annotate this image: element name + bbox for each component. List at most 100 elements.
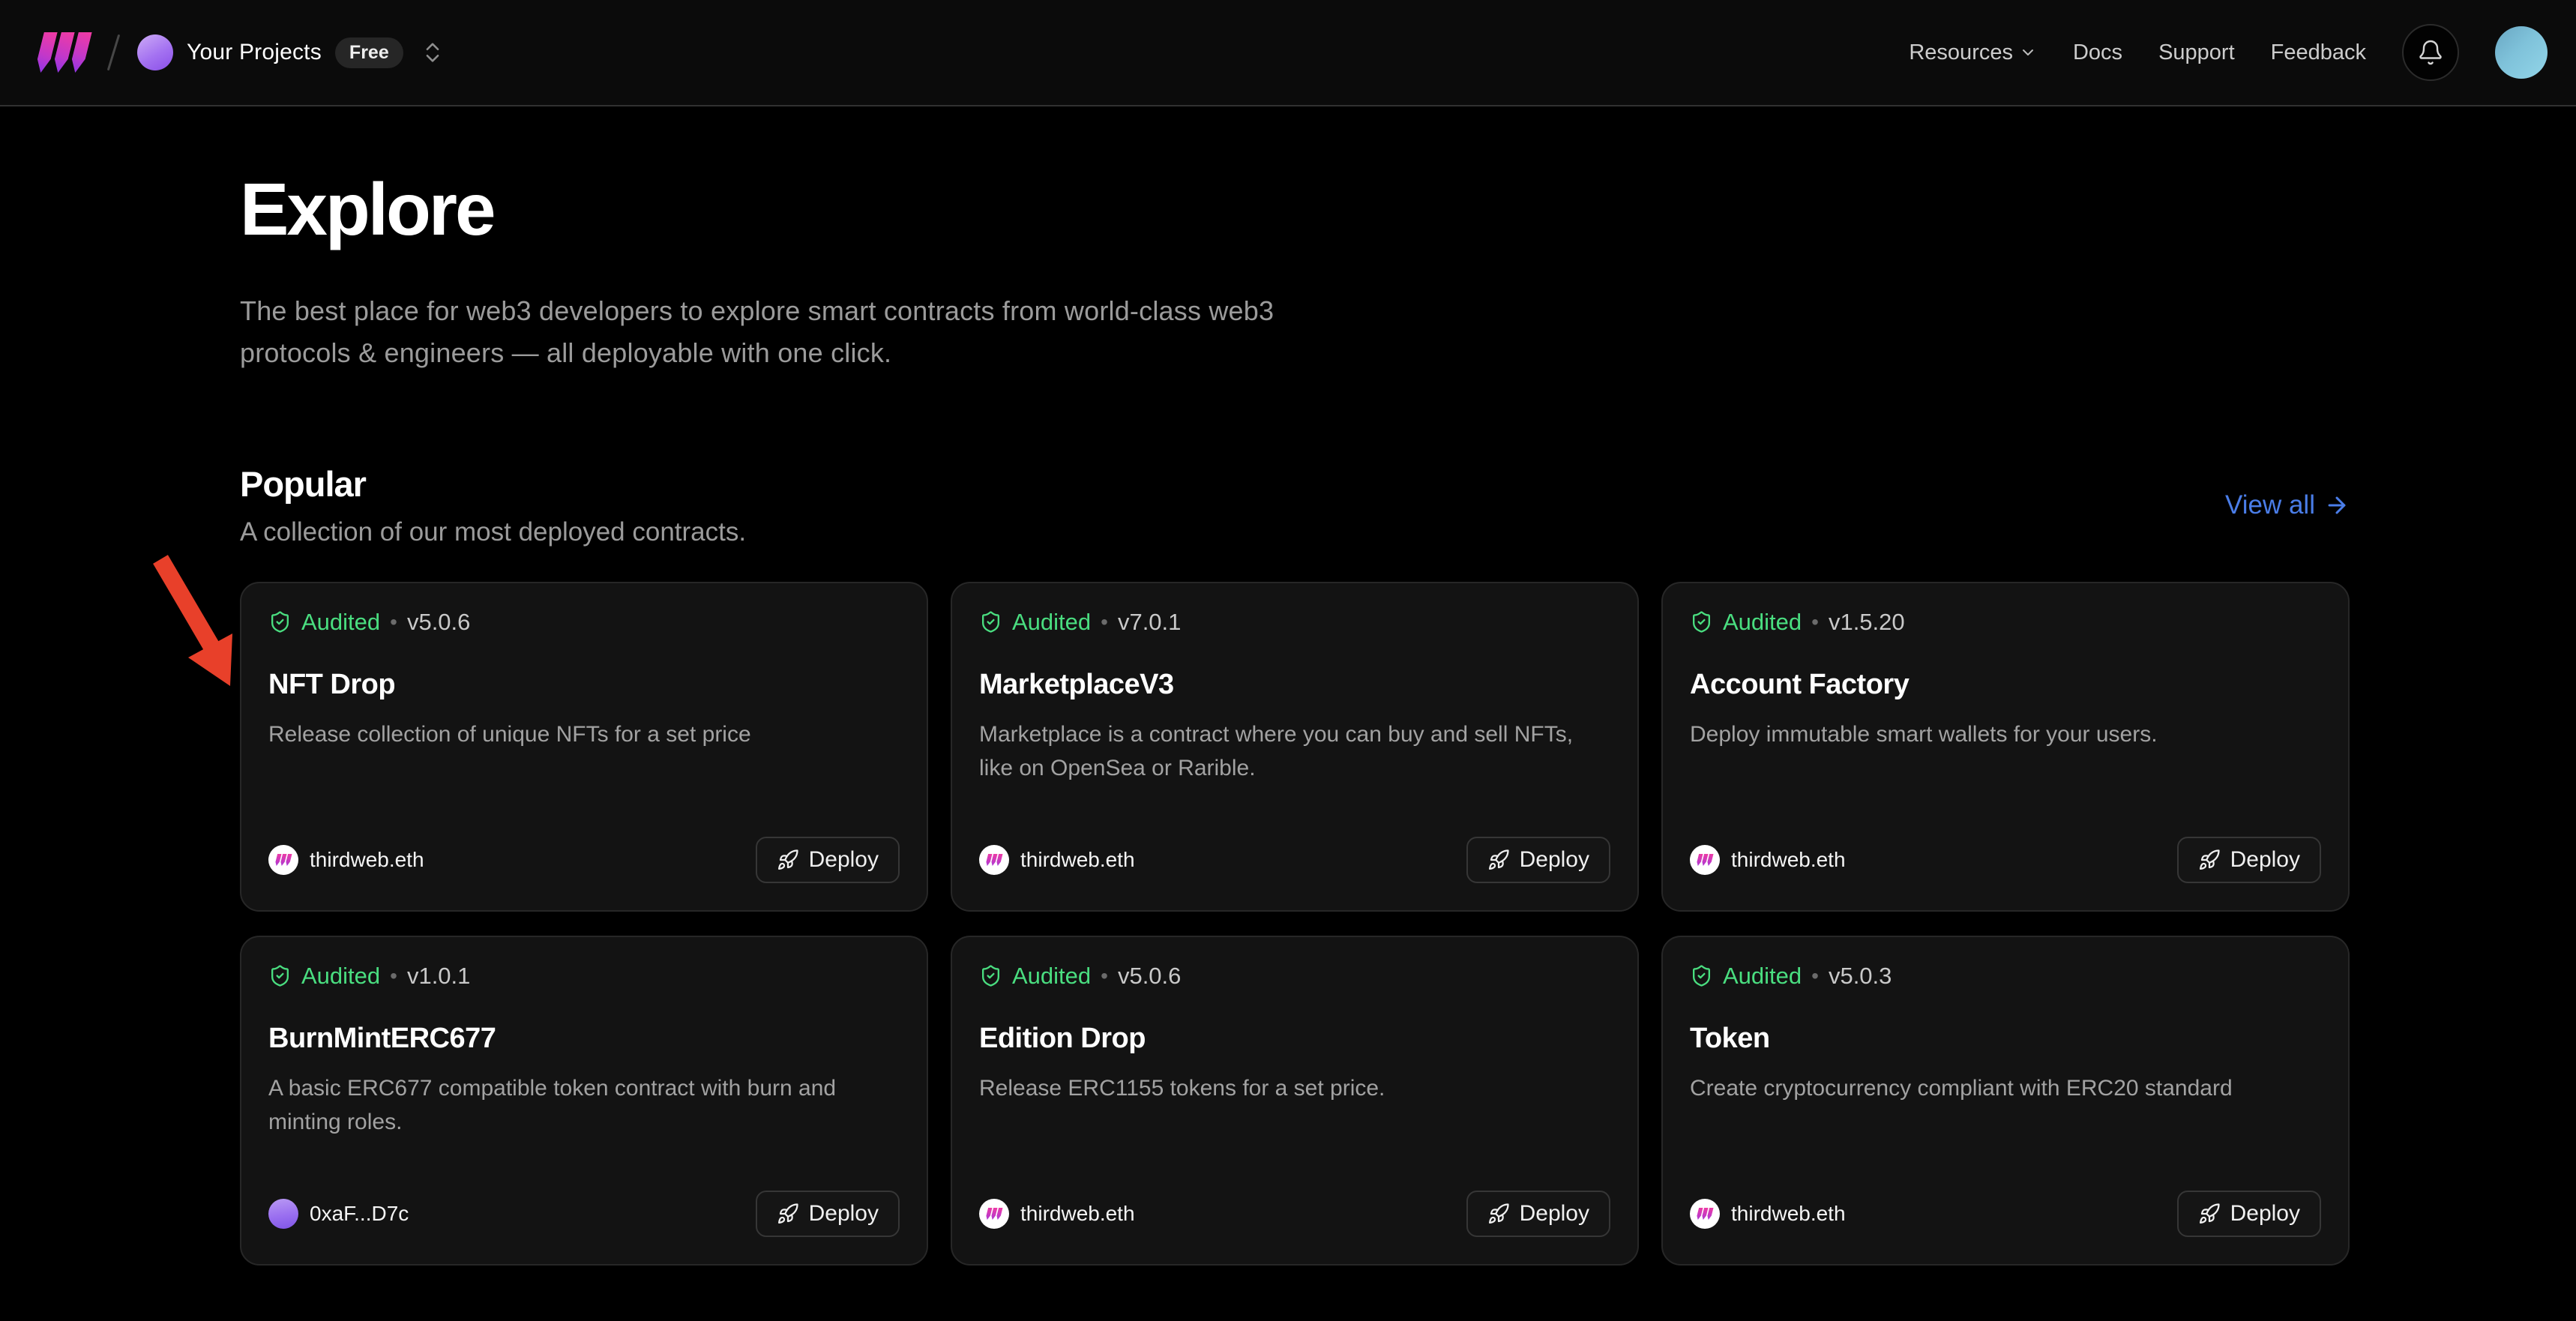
publisher-link[interactable]: thirdweb.eth [1690, 1199, 1846, 1229]
rocket-icon [1487, 1203, 1510, 1225]
contract-card-account-factory[interactable]: Audited • v1.5.20 Account Factory Deploy… [1661, 582, 2350, 912]
thirdweb-mini-logo [1696, 854, 1703, 866]
contract-description: Create cryptocurrency compliant with ERC… [1690, 1071, 2321, 1105]
contract-version: v5.0.6 [407, 609, 470, 636]
nav-support[interactable]: Support [2158, 40, 2235, 65]
nav-docs[interactable]: Docs [2073, 40, 2122, 65]
publisher-name: thirdweb.eth [1020, 848, 1135, 872]
contract-version: v5.0.6 [1118, 963, 1181, 990]
bell-icon [2417, 39, 2444, 66]
contract-description: Release ERC1155 tokens for a set price. [979, 1071, 1610, 1105]
publisher-name: thirdweb.eth [310, 848, 424, 872]
plan-badge: Free [335, 37, 403, 68]
deploy-button[interactable]: Deploy [1466, 1191, 1610, 1237]
card-footer: thirdweb.eth Deploy [268, 837, 900, 883]
contract-cards-grid: Audited • v5.0.6 NFT Drop Release collec… [240, 582, 2350, 1266]
contract-description: Marketplace is a contract where you can … [979, 717, 1610, 785]
contract-description: Deploy immutable smart wallets for your … [1690, 717, 2321, 751]
thirdweb-mini-logo [1696, 1208, 1703, 1220]
publisher-name: thirdweb.eth [1731, 848, 1846, 872]
audited-badge: Audited [301, 963, 380, 990]
contract-title[interactable]: Token [1690, 1023, 2321, 1055]
card-footer: thirdweb.eth Deploy [1690, 1191, 2321, 1237]
publisher-name: thirdweb.eth [1020, 1202, 1135, 1226]
project-name[interactable]: Your Projects [187, 40, 322, 65]
deploy-label: Deploy [809, 846, 879, 873]
contract-title[interactable]: MarketplaceV3 [979, 669, 1610, 701]
contract-title[interactable]: BurnMintERC677 [268, 1023, 900, 1055]
logo-ribbon [34, 32, 57, 73]
audit-badge-row: Audited • v7.0.1 [979, 609, 1610, 636]
publisher-avatar [1690, 845, 1720, 875]
audit-badge-row: Audited • v5.0.6 [979, 963, 1610, 990]
contract-version: v1.0.1 [407, 963, 470, 990]
chevron-down-icon [2019, 43, 2037, 61]
notifications-button[interactable] [2402, 24, 2459, 81]
explore-page: Explore The best place for web3 develope… [0, 106, 2576, 1266]
contract-card-nft-drop[interactable]: Audited • v5.0.6 NFT Drop Release collec… [240, 582, 928, 912]
dot-separator: • [1101, 964, 1108, 988]
thirdweb-mini-logo [274, 854, 281, 866]
audit-badge-row: Audited • v1.5.20 [1690, 609, 2321, 636]
deploy-button[interactable]: Deploy [2177, 837, 2321, 883]
audited-badge: Audited [301, 609, 380, 636]
deploy-button[interactable]: Deploy [2177, 1191, 2321, 1237]
shield-check-icon [1690, 964, 1713, 987]
dot-separator: • [1101, 610, 1108, 634]
shield-check-icon [268, 610, 292, 634]
deploy-label: Deploy [2230, 846, 2300, 873]
dot-separator: • [390, 610, 397, 634]
nav-feedback[interactable]: Feedback [2271, 40, 2366, 65]
user-account-avatar[interactable] [2495, 26, 2548, 79]
view-all-label: View all [2225, 490, 2315, 520]
deploy-label: Deploy [809, 1200, 879, 1227]
deploy-button[interactable]: Deploy [756, 1191, 900, 1237]
publisher-link[interactable]: thirdweb.eth [268, 845, 424, 875]
publisher-link[interactable]: thirdweb.eth [979, 845, 1135, 875]
card-footer: 0xaF...D7c Deploy [268, 1191, 900, 1237]
publisher-link[interactable]: thirdweb.eth [1690, 845, 1846, 875]
publisher-name: thirdweb.eth [1731, 1202, 1846, 1226]
audit-badge-row: Audited • v5.0.3 [1690, 963, 2321, 990]
rocket-icon [1487, 849, 1510, 871]
contract-card-burnminterc677[interactable]: Audited • v1.0.1 BurnMintERC677 A basic … [240, 936, 928, 1266]
rocket-icon [777, 849, 799, 871]
card-footer: thirdweb.eth Deploy [979, 1191, 1610, 1237]
publisher-link[interactable]: 0xaF...D7c [268, 1199, 409, 1229]
nav-support-label: Support [2158, 40, 2235, 65]
thirdweb-mini-logo [985, 1208, 992, 1220]
publisher-link[interactable]: thirdweb.eth [979, 1199, 1135, 1229]
dot-separator: • [390, 964, 397, 988]
thirdweb-logo[interactable] [36, 31, 90, 74]
nav-resources-label: Resources [1909, 40, 2013, 65]
project-breadcrumb: Your Projects Free [137, 34, 448, 70]
contract-version: v7.0.1 [1118, 609, 1181, 636]
project-switcher-button[interactable] [417, 37, 448, 68]
popular-title: Popular [240, 463, 746, 505]
project-avatar[interactable] [137, 34, 173, 70]
publisher-avatar [1690, 1199, 1720, 1229]
deploy-label: Deploy [1520, 1200, 1589, 1227]
contract-title[interactable]: NFT Drop [268, 669, 900, 701]
contract-card-marketplacev3[interactable]: Audited • v7.0.1 MarketplaceV3 Marketpla… [951, 582, 1639, 912]
contract-version: v5.0.3 [1829, 963, 1892, 990]
audited-badge: Audited [1012, 963, 1091, 990]
arrow-right-icon [2324, 493, 2350, 518]
contract-card-token[interactable]: Audited • v5.0.3 Token Create cryptocurr… [1661, 936, 2350, 1266]
thirdweb-mini-logo [985, 854, 992, 866]
audit-badge-row: Audited • v5.0.6 [268, 609, 900, 636]
view-all-link[interactable]: View all [2225, 490, 2350, 520]
contract-title[interactable]: Edition Drop [979, 1023, 1610, 1055]
top-navigation-bar: Your Projects Free Resources Docs Suppor… [0, 0, 2576, 106]
audited-badge: Audited [1723, 609, 1802, 636]
publisher-avatar [979, 845, 1009, 875]
contract-card-edition-drop[interactable]: Audited • v5.0.6 Edition Drop Release ER… [951, 936, 1639, 1266]
deploy-button[interactable]: Deploy [1466, 837, 1610, 883]
nav-feedback-label: Feedback [2271, 40, 2366, 65]
nav-docs-label: Docs [2073, 40, 2122, 65]
contract-title[interactable]: Account Factory [1690, 669, 2321, 701]
nav-resources[interactable]: Resources [1909, 40, 2037, 65]
publisher-avatar [979, 1199, 1009, 1229]
deploy-button[interactable]: Deploy [756, 837, 900, 883]
audit-badge-row: Audited • v1.0.1 [268, 963, 900, 990]
